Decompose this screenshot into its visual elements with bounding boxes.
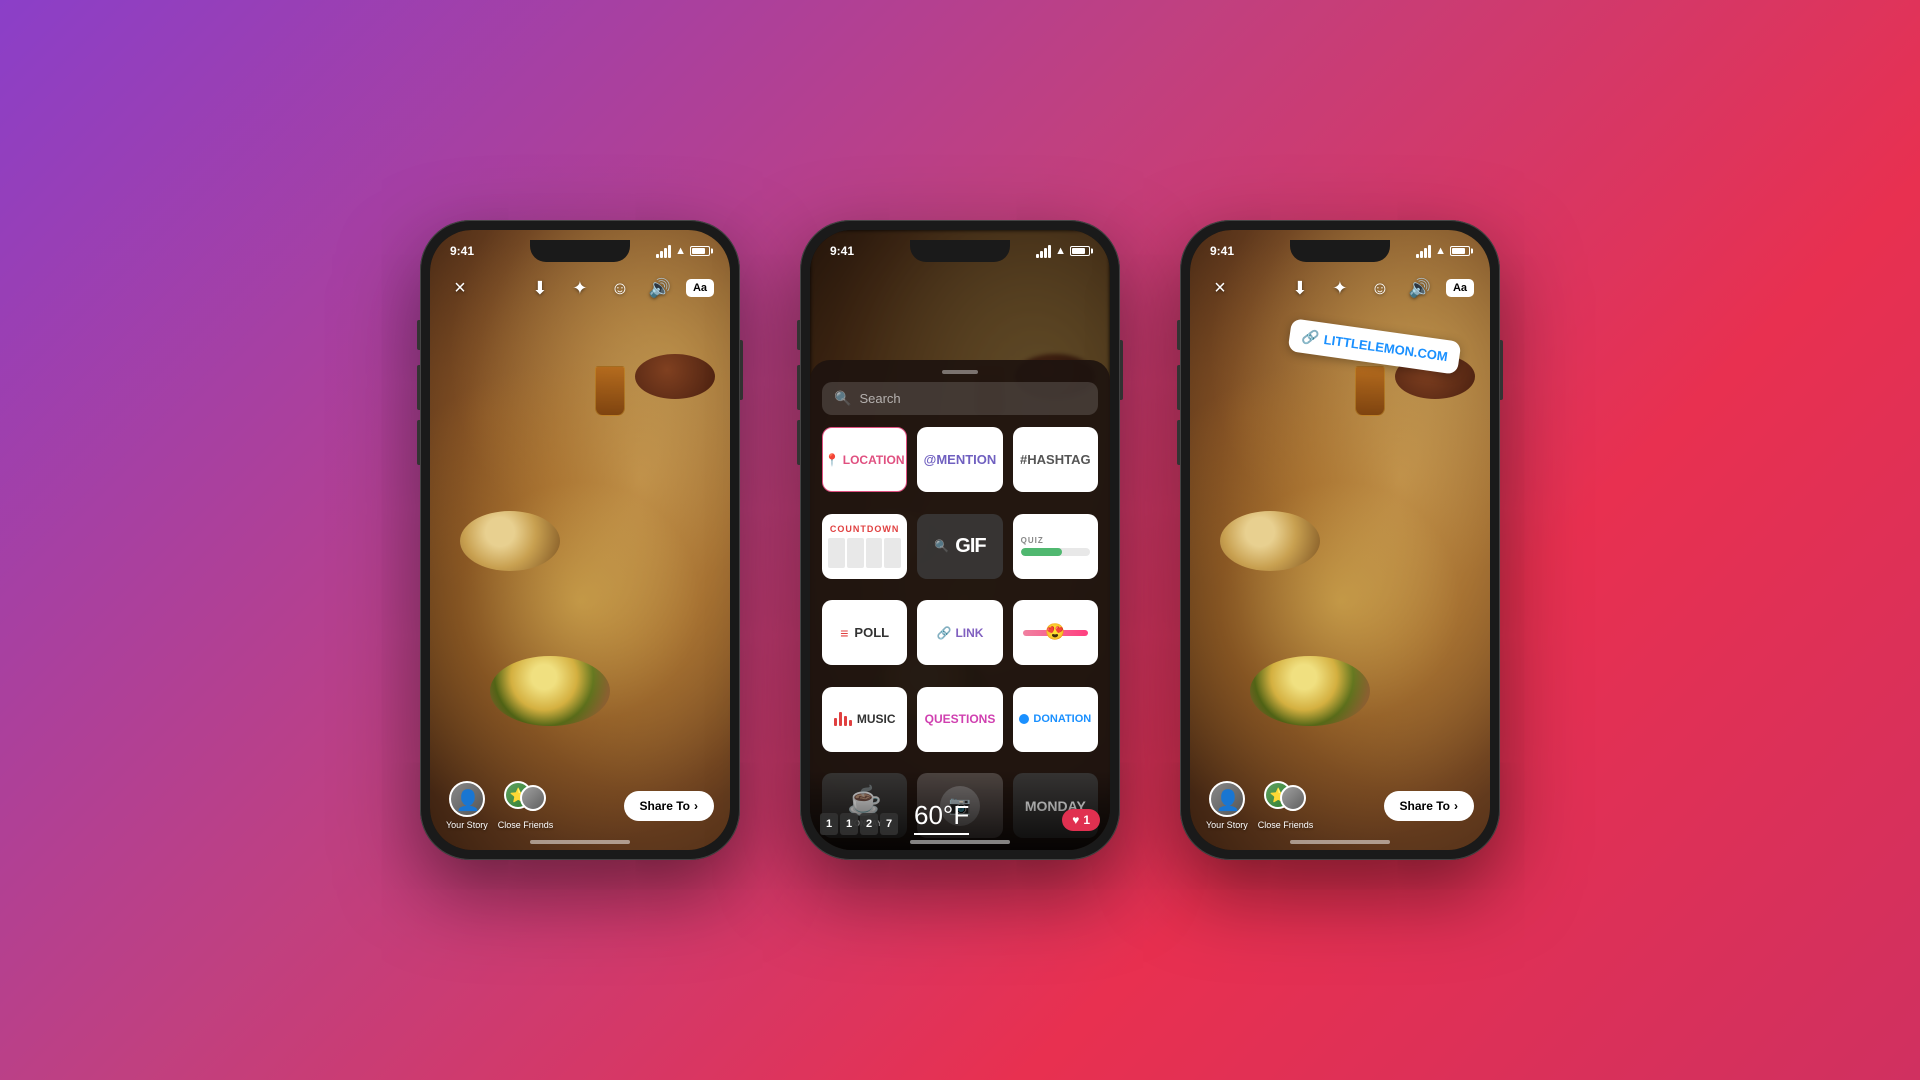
signal-icon [656,245,671,258]
digit-4: 7 [880,813,898,835]
face-button-right[interactable]: ☺ [1366,274,1394,302]
emoji-slider-sticker[interactable]: 😍 [1013,600,1098,665]
right-phone: 🔗 LITTLELEMON.COM 9:41 ▲ × ⬇ ✦ [1180,220,1500,860]
middle-phone: 🔍 Search 📍 LOCATION @MENTION #H [800,220,1120,860]
signal-icon-middle [1036,245,1051,258]
close-friends-avatar [504,781,546,817]
countdown-sticker[interactable]: COUNTDOWN [822,514,907,579]
home-indicator [530,840,630,844]
temperature-display: 60°F [914,800,969,835]
share-arrow-icon: › [694,799,698,813]
status-icons-right: ▲ [1416,245,1470,258]
signal-icon-right [1416,245,1431,258]
poll-sticker[interactable]: ≡ POLL [822,600,907,665]
toolbar-right: ⬇ ✦ ☺ 🔊 Aa [526,274,714,302]
face-button[interactable]: ☺ [606,274,634,302]
status-icons: ▲ [656,245,710,258]
battery-icon-right [1450,246,1470,256]
close-button[interactable]: × [446,274,474,302]
your-story-avatar [449,781,485,817]
bottom-bar: Your Story Close Friends Share To › [430,781,730,830]
mention-sticker[interactable]: @MENTION [917,427,1002,492]
bottom-overlay: 1 1 2 7 60°F ♥ 1 [810,770,1110,850]
home-indicator-middle [910,840,1010,844]
search-icon: 🔍 [834,390,851,407]
sparkle-button[interactable]: ✦ [566,274,594,302]
share-to-label: Share To [640,799,690,813]
share-to-label-right: Share To [1400,799,1450,813]
close-friends-label: Close Friends [498,820,554,830]
heart-icon: ♥ [1072,813,1079,827]
digit-2: 1 [840,813,858,835]
battery-icon [690,246,710,256]
close-friends-label-right: Close Friends [1258,820,1314,830]
text-button-right[interactable]: Aa [1446,279,1474,297]
link-chain-icon: 🔗 [1300,328,1320,347]
hashtag-sticker[interactable]: #HASHTAG [1013,427,1098,492]
mention-label: @MENTION [924,452,997,467]
music-sticker[interactable]: MUSIC [822,687,907,752]
your-story-option-right[interactable]: Your Story [1206,781,1248,830]
notch-right [1290,240,1390,262]
wifi-icon-right: ▲ [1435,245,1446,257]
toolbar-right-icons: ⬇ ✦ ☺ 🔊 Aa [1286,274,1474,302]
share-arrow-icon-right: › [1454,799,1458,813]
text-button[interactable]: Aa [686,279,714,297]
story-options-right: Your Story Close Friends [1206,781,1313,830]
audio-button-right[interactable]: 🔊 [1406,274,1434,302]
status-time-middle: 9:41 [830,244,854,258]
like-badge: ♥ 1 [1062,809,1100,831]
close-friends-option[interactable]: Close Friends [498,781,554,830]
notch [530,240,630,262]
hashtag-label: #HASHTAG [1020,452,1091,467]
notch-middle [910,240,1010,262]
digit-1: 1 [820,813,838,835]
digit-3: 2 [860,813,878,835]
story-background [430,230,730,850]
quiz-sticker[interactable]: QUIZ [1013,514,1098,579]
toolbar: × ⬇ ✦ ☺ 🔊 Aa [430,266,730,310]
left-phone: 9:41 ▲ × ⬇ ✦ ☺ 🔊 Aa [420,220,740,860]
toolbar-right-phone: × ⬇ ✦ ☺ 🔊 Aa [1190,266,1490,310]
share-to-button[interactable]: Share To › [624,791,714,821]
status-time-right: 9:41 [1210,244,1234,258]
sparkle-button-right[interactable]: ✦ [1326,274,1354,302]
status-icons-middle: ▲ [1036,245,1090,258]
location-sticker[interactable]: 📍 LOCATION [822,427,907,492]
battery-icon-middle [1070,246,1090,256]
sticker-search-bar[interactable]: 🔍 Search [822,382,1098,415]
your-story-option[interactable]: Your Story [446,781,488,830]
status-time: 9:41 [450,244,474,258]
your-story-label: Your Story [446,820,488,830]
audio-button[interactable]: 🔊 [646,274,674,302]
like-count: 1 [1083,813,1090,827]
link-sticker[interactable]: 🔗 LINK [917,600,1002,665]
download-button-right[interactable]: ⬇ [1286,274,1314,302]
your-story-avatar-right [1209,781,1245,817]
close-friends-option-right[interactable]: Close Friends [1258,781,1314,830]
share-to-button-right[interactable]: Share To › [1384,791,1474,821]
story-bg-right [1190,230,1490,850]
wifi-icon-middle: ▲ [1055,245,1066,257]
link-label: LINK [955,626,983,640]
location-label: LOCATION [843,453,905,467]
download-button[interactable]: ⬇ [526,274,554,302]
picker-handle [942,370,978,374]
gif-sticker[interactable]: 🔍 GIF [917,514,1002,579]
close-button-right[interactable]: × [1206,274,1234,302]
questions-sticker[interactable]: QUESTIONS [917,687,1002,752]
your-story-label-right: Your Story [1206,820,1248,830]
story-options: Your Story Close Friends [446,781,553,830]
bottom-bar-right: Your Story Close Friends Share To › [1190,781,1490,830]
wifi-icon: ▲ [675,245,686,257]
close-friends-avatar-right [1264,781,1306,817]
counter-display: 1 1 2 7 [820,813,898,835]
search-placeholder: Search [859,391,900,406]
chain-icon: 🔗 [937,626,952,640]
home-indicator-right [1290,840,1390,844]
donation-sticker[interactable]: DONATION [1013,687,1098,752]
